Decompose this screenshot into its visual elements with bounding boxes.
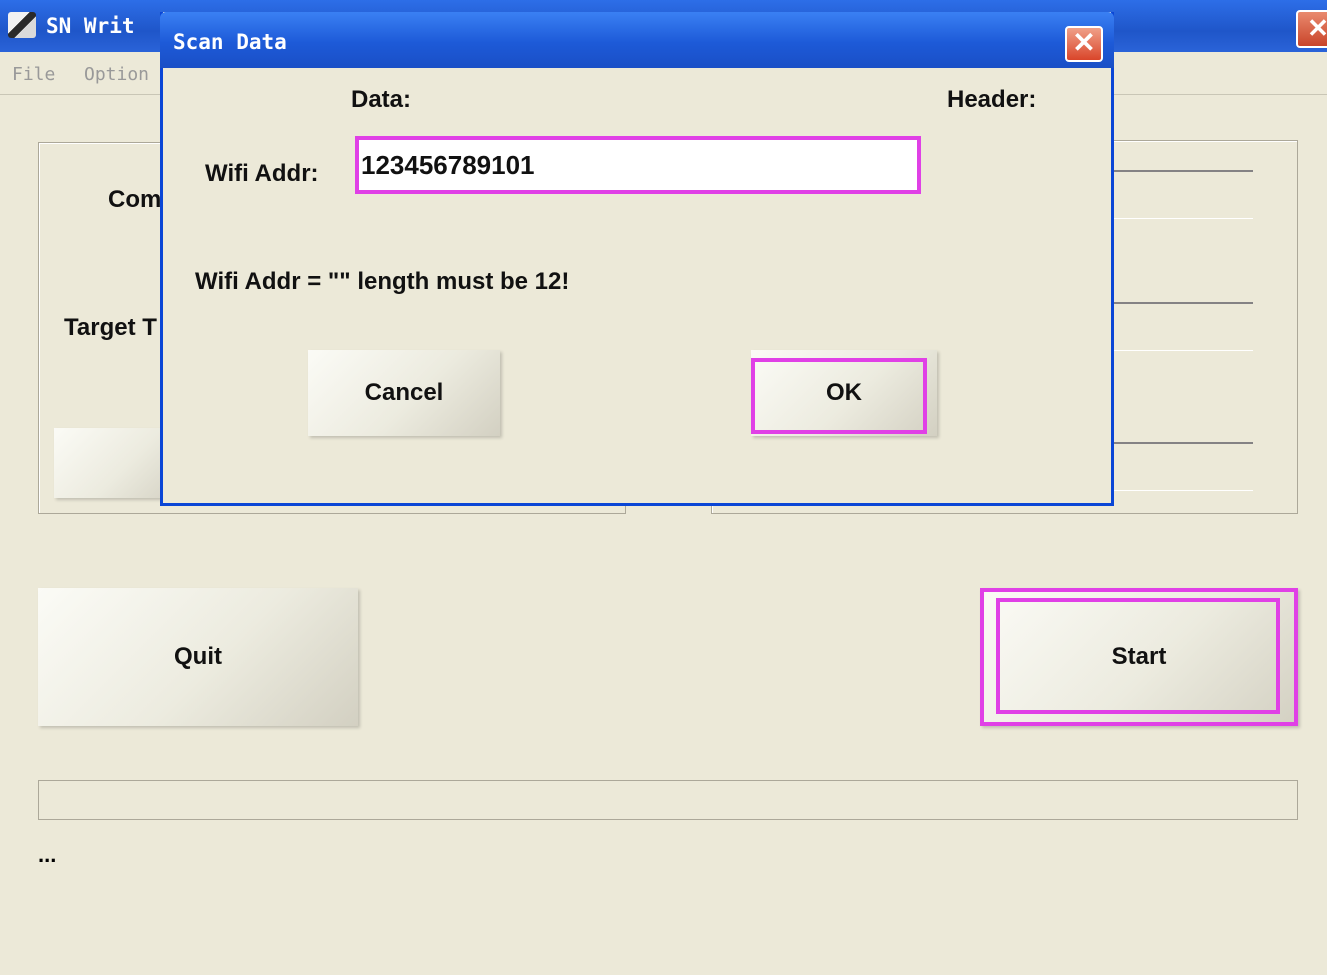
main-close-icon[interactable]: ✕ [1296,10,1327,48]
dialog-title: Scan Data [173,30,287,54]
quit-button[interactable]: Quit [38,588,358,726]
header-column-header: Header: [947,86,1037,113]
dialog-titlebar: Scan Data ✕ [160,12,1114,68]
target-label: Target T [64,314,157,341]
right-field-3[interactable] [1110,442,1253,491]
validation-message: Wifi Addr = "" length must be 12! [195,268,570,295]
quit-button-label: Quit [174,643,222,670]
menu-file[interactable]: File [12,64,55,85]
menu-option[interactable]: Option [84,64,149,85]
right-field-2[interactable] [1110,302,1253,351]
wifi-addr-input[interactable] [355,136,921,194]
ok-highlight-box [751,358,927,434]
data-column-header: Data: [351,86,412,113]
cancel-button[interactable]: Cancel [308,350,500,436]
main-window-title: SN Writ [46,14,135,38]
dialog-close-icon[interactable]: ✕ [1065,26,1103,62]
scan-data-dialog: Scan Data ✕ Data: Header: Wifi Addr: Wif… [160,12,1114,506]
wifi-addr-label: Wifi Addr: [205,160,319,187]
app-icon [8,12,36,38]
cancel-button-label: Cancel [364,379,444,406]
progress-bar [38,780,1298,820]
com-label: Com [108,186,162,213]
start-highlight-box [996,598,1280,714]
right-field-1[interactable] [1110,170,1253,219]
status-text: ... [38,842,57,867]
